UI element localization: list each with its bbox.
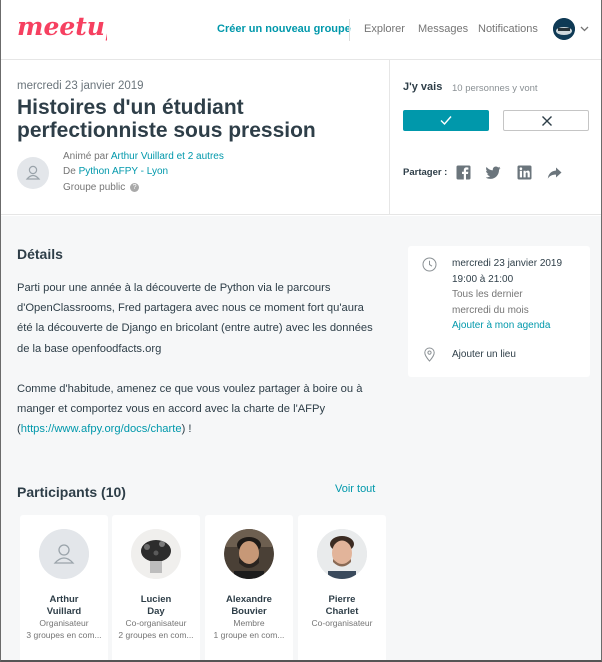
user-avatar[interactable] bbox=[553, 18, 575, 40]
participant-role: Co-organisateur bbox=[125, 618, 187, 628]
top-navigation: meetup Créer un nouveau groupe Explorer … bbox=[1, 0, 601, 60]
charter-link[interactable]: https://www.afpy.org/docs/charte bbox=[21, 423, 182, 435]
facebook-icon[interactable] bbox=[456, 165, 471, 180]
hosted-by-prefix: Animé par bbox=[63, 151, 109, 162]
participant-first-name: Pierre bbox=[328, 594, 356, 605]
participant-avatar bbox=[39, 529, 89, 579]
participant-card[interactable]: Arthur Vuillard Organisateur 3 groupes en… bbox=[20, 515, 108, 660]
participant-last-name: Charlet bbox=[325, 605, 359, 617]
participant-avatar bbox=[131, 529, 181, 579]
hosted-by-link[interactable]: Arthur Vuillard et 2 autres bbox=[111, 151, 224, 162]
info-icon[interactable]: ? bbox=[130, 182, 140, 192]
create-group-link[interactable]: Créer un nouveau groupe bbox=[217, 23, 351, 35]
participant-common-groups: 1 groupe en com... bbox=[213, 630, 285, 640]
event-datetime: mercredi 23 janvier 2019 19:00 à 21:00 T… bbox=[452, 256, 562, 334]
group-link[interactable]: Python AFPY - Lyon bbox=[79, 166, 169, 177]
nav-divider bbox=[349, 19, 350, 41]
sidebar-time: 19:00 à 21:00 bbox=[452, 273, 514, 285]
user-icon bbox=[25, 165, 41, 180]
group-type-line: Groupe public ? bbox=[63, 182, 140, 193]
participant-role: Co-organisateur bbox=[311, 618, 373, 628]
rsvp-no-button[interactable] bbox=[503, 110, 589, 131]
group-type: Groupe public bbox=[63, 182, 126, 193]
participant-name: Alexandre Bouvier bbox=[205, 594, 293, 617]
participant-first-name: Alexandre bbox=[226, 594, 272, 605]
host-avatar[interactable] bbox=[17, 157, 49, 189]
rsvp-yes-button[interactable] bbox=[403, 110, 489, 131]
main-content: Détails Parti pour une année à la découv… bbox=[1, 216, 601, 660]
page: meetup Créer un nouveau groupe Explorer … bbox=[0, 0, 602, 662]
participants-heading: Participants (10) bbox=[17, 484, 126, 500]
group-line: De Python AFPY - Lyon bbox=[63, 166, 168, 177]
person-photo bbox=[317, 529, 367, 579]
description-paragraph-1: Parti pour une année à la découverte de … bbox=[17, 282, 373, 355]
participant-name: Arthur Vuillard bbox=[20, 594, 108, 617]
sidebar-date: mercredi 23 janvier 2019 bbox=[452, 258, 563, 269]
participant-first-name: Lucien bbox=[140, 594, 172, 605]
attendee-count: 10 personnes y vont bbox=[452, 83, 538, 94]
header-divider bbox=[389, 60, 390, 215]
participant-avatar bbox=[224, 529, 274, 579]
group-prefix: De bbox=[63, 166, 76, 177]
meetup-logo[interactable]: meetup bbox=[15, 10, 107, 48]
participant-name: Lucien Day bbox=[112, 594, 200, 617]
description-paragraph-2: Comme d'habitude, amenez ce que vous vou… bbox=[17, 379, 379, 440]
participant-card[interactable]: Pierre Charlet Co-organisateur bbox=[298, 515, 386, 660]
hosted-by-line: Animé par Arthur Vuillard et 2 autres bbox=[63, 151, 224, 162]
participant-role: Organisateur bbox=[39, 618, 89, 628]
check-icon bbox=[440, 116, 452, 126]
chevron-down-icon[interactable] bbox=[580, 24, 589, 33]
event-info-card: mercredi 23 janvier 2019 19:00 à 21:00 T… bbox=[408, 246, 590, 377]
event-header: mercredi 23 janvier 2019 Histoires d'un … bbox=[1, 60, 601, 215]
add-to-calendar-link[interactable]: Ajouter à mon agenda bbox=[452, 318, 562, 334]
sidebar-recurrence-2: mercredi du mois bbox=[452, 304, 529, 316]
clock-icon bbox=[422, 257, 437, 272]
participant-last-name: Day bbox=[147, 605, 165, 617]
notifications-link[interactable]: Notifications bbox=[478, 23, 538, 35]
location-pin-icon bbox=[424, 347, 435, 362]
twitter-icon[interactable] bbox=[486, 165, 501, 180]
rsvp-label: J'y vais bbox=[403, 81, 443, 93]
sidebar-recurrence-1: Tous les dernier bbox=[452, 289, 523, 300]
flower-photo bbox=[131, 529, 181, 579]
see-all-link[interactable]: Voir tout bbox=[335, 483, 375, 495]
participant-common-groups: 3 groupes en com... bbox=[26, 630, 102, 640]
event-title: Histoires d'un étudiant perfectionniste … bbox=[17, 96, 316, 142]
participant-card[interactable]: Alexandre Bouvier Membre 1 groupe en com.… bbox=[205, 515, 293, 660]
description-paragraph-2-end: ) ! bbox=[181, 423, 192, 436]
user-icon bbox=[39, 529, 89, 579]
event-description: Parti pour une année à la découverte de … bbox=[17, 278, 379, 439]
person-photo bbox=[224, 529, 274, 579]
participant-first-name: Arthur bbox=[49, 594, 79, 605]
share-label: Partager : bbox=[403, 167, 448, 178]
linkedin-icon[interactable] bbox=[517, 165, 532, 180]
details-heading: Détails bbox=[17, 246, 63, 262]
close-icon bbox=[542, 116, 552, 126]
messages-link[interactable]: Messages bbox=[418, 23, 468, 35]
add-location-link[interactable]: Ajouter un lieu bbox=[452, 347, 516, 363]
participant-last-name: Vuillard bbox=[46, 605, 82, 617]
event-date: mercredi 23 janvier 2019 bbox=[17, 80, 144, 92]
participant-common-groups: 2 groupes en com... bbox=[118, 630, 194, 640]
svg-text:meetup: meetup bbox=[17, 12, 107, 41]
participant-avatar bbox=[317, 529, 367, 579]
share-arrow-icon[interactable] bbox=[547, 165, 562, 180]
participant-card[interactable]: Lucien Day Co-organisateur 2 groupes en c… bbox=[112, 515, 200, 660]
participant-last-name: Bouvier bbox=[231, 605, 267, 617]
participant-name: Pierre Charlet bbox=[298, 594, 386, 617]
explore-link[interactable]: Explorer bbox=[364, 23, 405, 35]
participant-role: Membre bbox=[233, 618, 265, 628]
